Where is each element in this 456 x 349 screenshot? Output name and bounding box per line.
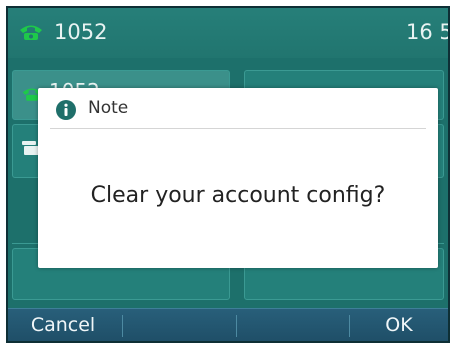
- dialog-divider: [50, 128, 426, 129]
- softkey-2[interactable]: [123, 309, 233, 341]
- status-bar: 1052 16 58: [8, 8, 448, 58]
- softkey-3[interactable]: [237, 309, 347, 341]
- dialog-title: Note: [88, 98, 129, 118]
- clock: 16 58: [406, 20, 448, 44]
- note-dialog: Note Clear your account config?: [38, 88, 438, 268]
- softkey-bar: Cancel OK: [8, 308, 448, 341]
- info-icon: [56, 100, 76, 120]
- account-number: 1052: [54, 20, 108, 44]
- cancel-button[interactable]: Cancel: [8, 309, 118, 341]
- ok-button[interactable]: OK: [350, 309, 448, 341]
- handset-icon: [20, 25, 42, 40]
- phone-screen: 1052 16 58 1052 Cancel OK: [6, 6, 450, 343]
- dialog-message: Clear your account config?: [90, 183, 386, 208]
